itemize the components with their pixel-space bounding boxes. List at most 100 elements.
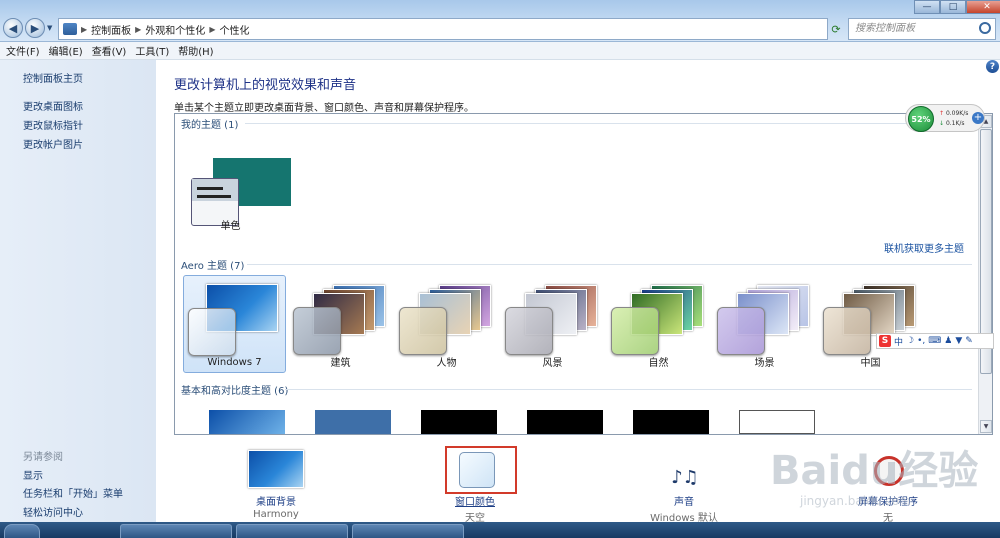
theme-architecture[interactable]: 建筑	[289, 275, 392, 373]
theme-label: 单色	[220, 221, 241, 232]
moon-icon[interactable]: ☽	[906, 336, 914, 346]
taskbar-item[interactable]	[236, 524, 348, 538]
upload-speed-value: 0.09K/s	[945, 110, 969, 117]
menu-bar: 文件(F) 编辑(E) 查看(V) 工具(T) 帮助(H)	[0, 42, 1000, 60]
taskbar	[0, 522, 1000, 538]
watermark-sub: jingyan.baidu.com	[800, 494, 911, 508]
window-color-swatch	[505, 307, 553, 355]
download-speed: ↓ 0.1K/s	[939, 120, 965, 127]
menu-file[interactable]: 文件(F)	[6, 43, 40, 58]
theme-label: 风景	[542, 358, 563, 369]
taskbar-item[interactable]	[352, 524, 464, 538]
theme-list[interactable]: 我的主题 (1) 单色 联机获取更多主题 Aero 主题 (7) Windows…	[174, 113, 993, 435]
sidebar-item-display[interactable]: 显示	[23, 467, 43, 482]
theme-characters[interactable]: 人物	[395, 275, 498, 373]
chevron-right-icon[interactable]: ▶	[135, 25, 141, 34]
desktop-background-link[interactable]: 桌面背景	[216, 493, 336, 508]
sogou-logo-icon[interactable]: S	[879, 335, 891, 347]
theme-high-contrast-1[interactable]	[421, 410, 497, 434]
recent-pages-dropdown-icon[interactable]: ▼	[47, 24, 55, 32]
section-divider	[285, 389, 972, 390]
theme-list-scrollbar[interactable]: ▲ ▼	[978, 114, 992, 434]
network-meter-widget[interactable]: 52% ↑ 0.09K/s ↓ 0.1K/s +	[905, 104, 985, 132]
aero-themes-heading: Aero 主题 (7)	[181, 261, 245, 272]
theme-windows7-basic[interactable]	[209, 410, 285, 434]
desktop-background-control[interactable]: 桌面背景 Harmony	[216, 450, 336, 520]
help-icon[interactable]: ?	[986, 60, 999, 73]
maximize-button[interactable]: □	[940, 0, 966, 14]
sidebar-item-ease-of-access[interactable]: 轻松访问中心	[23, 504, 83, 519]
search-input[interactable]: 搜索控制面板	[848, 18, 996, 40]
wrench-icon[interactable]: ✎	[965, 336, 973, 346]
section-divider	[245, 123, 972, 124]
network-usage-percent: 52%	[908, 106, 934, 132]
punctuation-icon[interactable]: •,	[917, 336, 925, 346]
menu-help[interactable]: 帮助(H)	[178, 43, 213, 58]
theme-high-contrast-black[interactable]	[633, 410, 709, 434]
window-color-swatch	[717, 307, 765, 355]
sounds-link[interactable]: 声音	[624, 493, 744, 508]
window-color-swatch	[293, 307, 341, 355]
taskbar-item[interactable]	[120, 524, 232, 538]
sounds-control[interactable]: ♪♫ 声音 Windows 默认	[624, 450, 744, 524]
theme-nature[interactable]: 自然	[607, 275, 710, 373]
breadcrumb-appearance[interactable]: 外观和个性化	[145, 22, 205, 37]
theme-china[interactable]: 中国	[819, 275, 922, 373]
refresh-icon[interactable]: ⟳	[828, 20, 844, 38]
search-icon[interactable]	[979, 22, 991, 34]
ime-toolbar[interactable]: S 中 ☽ •, ⌨ ♟ ▼ ✎	[876, 333, 994, 349]
start-button[interactable]	[4, 524, 40, 538]
control-panel-icon	[63, 23, 77, 35]
plus-icon[interactable]: +	[972, 112, 984, 124]
chevron-right-icon[interactable]: ▶	[81, 25, 87, 34]
shirt-icon[interactable]: ▼	[955, 336, 962, 346]
breadcrumb-control-panel[interactable]: 控制面板	[91, 22, 131, 37]
window-color-swatch	[188, 308, 236, 356]
theme-high-contrast-white[interactable]	[739, 410, 815, 434]
sidebar-item-control-panel-home[interactable]: 控制面板主页	[23, 70, 83, 85]
theme-high-contrast-2[interactable]	[527, 410, 603, 434]
close-button[interactable]: ✕	[966, 0, 1000, 14]
get-more-themes-link[interactable]: 联机获取更多主题	[884, 240, 964, 255]
theme-scenes[interactable]: 场景	[713, 275, 816, 373]
theme-landscapes[interactable]: 风景	[501, 275, 604, 373]
menu-tools[interactable]: 工具(T)	[135, 43, 169, 58]
forward-arrow-icon: ▶	[30, 21, 40, 35]
ime-mode[interactable]: 中	[894, 335, 903, 348]
download-speed-value: 0.1K/s	[945, 120, 965, 127]
watermark-main: Baidu经验	[770, 448, 979, 494]
minimize-button[interactable]: —	[914, 0, 940, 14]
section-divider	[247, 264, 972, 265]
page-title: 更改计算机上的视觉效果和声音	[174, 78, 357, 93]
back-button[interactable]: ◀	[3, 18, 23, 38]
page-subtitle: 单击某个主题立即更改桌面背景、窗口颜色、声音和屏幕保护程序。	[174, 103, 474, 114]
theme-label: Windows 7	[207, 357, 262, 368]
user-icon[interactable]: ♟	[944, 336, 952, 346]
chevron-right-icon[interactable]: ▶	[209, 25, 215, 34]
forward-button[interactable]: ▶	[25, 18, 45, 38]
sounds-icon: ♪♫	[671, 467, 699, 488]
sidebar-item-desktop-icons[interactable]: 更改桌面图标	[23, 98, 83, 113]
window-controls: — □ ✕	[914, 0, 1000, 14]
theme-windows7[interactable]: Windows 7	[183, 275, 286, 373]
window-color-swatch	[611, 307, 659, 355]
breadcrumb-personalization[interactable]: 个性化	[219, 22, 249, 37]
menu-view[interactable]: 查看(V)	[92, 43, 127, 58]
sidebar: 控制面板主页 更改桌面图标 更改鼠标指针 更改帐户图片 另请参阅 显示 任务栏和…	[0, 60, 156, 522]
theme-label: 场景	[754, 358, 775, 369]
window-color-link[interactable]: 窗口颜色	[415, 493, 535, 508]
theme-solid[interactable]: 单色	[179, 130, 291, 232]
sidebar-item-taskbar-start-menu[interactable]: 任务栏和「开始」菜单	[23, 485, 123, 500]
sidebar-item-account-picture[interactable]: 更改帐户图片	[23, 136, 83, 151]
theme-windows-classic[interactable]	[315, 410, 391, 434]
upload-arrow-icon: ↑	[939, 110, 946, 117]
sidebar-item-mouse-pointers[interactable]: 更改鼠标指针	[23, 117, 83, 132]
theme-label: 中国	[860, 358, 881, 369]
upload-speed: ↑ 0.09K/s	[939, 110, 968, 117]
keyboard-icon[interactable]: ⌨	[928, 336, 941, 346]
address-bar[interactable]: ▶ 控制面板 ▶ 外观和个性化 ▶ 个性化	[58, 18, 828, 40]
menu-edit[interactable]: 编辑(E)	[49, 43, 83, 58]
theme-label: 自然	[648, 358, 669, 369]
search-placeholder: 搜索控制面板	[855, 23, 915, 34]
theme-label: 人物	[436, 358, 457, 369]
